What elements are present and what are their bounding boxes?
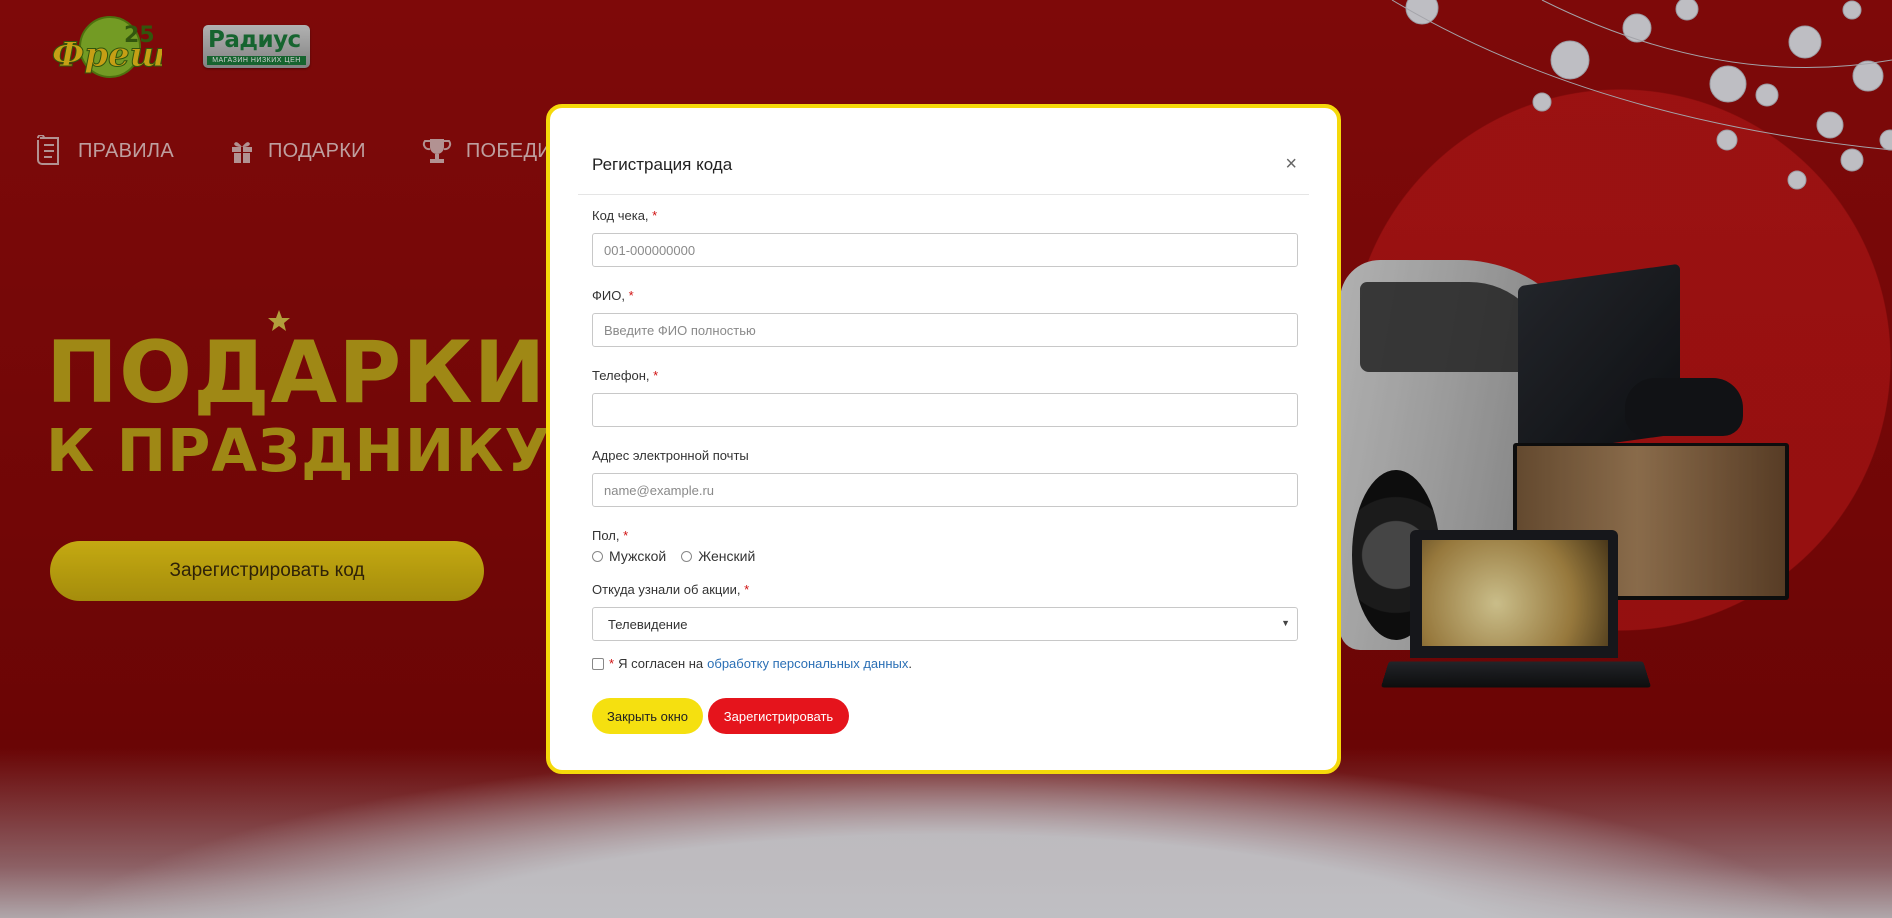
register-button[interactable]: Зарегистрировать (708, 698, 849, 734)
phone-label: Телефон, * (592, 368, 659, 383)
email-label: Адрес электронной почты (592, 448, 749, 463)
consent-text: Я согласен на (618, 656, 704, 671)
required-marker: * (653, 368, 659, 383)
required-marker: * (652, 208, 658, 223)
modal-title: Регистрация кода (592, 155, 733, 174)
gender-option-female-label: Женский (698, 548, 756, 564)
phone-group: Телефон, * (592, 368, 1298, 427)
chevron-down-icon: ▼ (1281, 618, 1290, 628)
receipt-code-label: Код чека, * (592, 208, 658, 223)
full-name-group: ФИО, * (592, 288, 1298, 347)
required-marker: * (623, 528, 629, 543)
email-group: Адрес электронной почты (592, 448, 1298, 507)
full-name-input[interactable] (592, 313, 1298, 347)
gender-options: Мужской Женский (592, 548, 1298, 564)
phone-input[interactable] (592, 393, 1298, 427)
receipt-code-group: Код чека, * (592, 208, 1298, 267)
required-marker: * (744, 582, 750, 597)
consent-checkbox[interactable] (592, 657, 604, 670)
required-marker: * (628, 288, 634, 303)
consent-row: * Я согласен на обработку персональных д… (592, 656, 1298, 671)
source-group: Откуда узнали об акции, * Телевидение ▼ (592, 582, 1298, 641)
radio-button[interactable] (592, 550, 603, 562)
gender-group: Пол, * Мужской Женский (592, 528, 1298, 564)
required-marker: * (609, 656, 615, 671)
gender-option-female[interactable]: Женский (681, 548, 755, 564)
gender-label: Пол, * (592, 528, 629, 543)
modal-footer: Закрыть окно Зарегистрировать (592, 698, 849, 734)
personal-data-link[interactable]: обработку персональных данных (707, 656, 908, 671)
source-label: Откуда узнали об акции, * (592, 582, 750, 597)
receipt-code-input[interactable] (592, 233, 1298, 267)
registration-form: Код чека, * ФИО, * Телефон, * Адрес элек… (592, 208, 1298, 671)
consent-suffix: . (908, 656, 912, 671)
gender-option-male[interactable]: Мужской (592, 548, 666, 564)
full-name-label: ФИО, * (592, 288, 634, 303)
email-input[interactable] (592, 473, 1298, 507)
registration-modal: Регистрация кода × Код чека, * ФИО, * Те… (546, 104, 1341, 774)
close-window-button[interactable]: Закрыть окно (592, 698, 703, 734)
radio-button[interactable] (681, 550, 693, 562)
modal-header: Регистрация кода × (578, 108, 1309, 195)
gender-option-male-label: Мужской (609, 548, 667, 564)
close-icon[interactable]: × (1285, 154, 1297, 174)
source-select[interactable]: Телевидение ▼ (592, 607, 1298, 641)
source-select-value: Телевидение (608, 616, 688, 632)
